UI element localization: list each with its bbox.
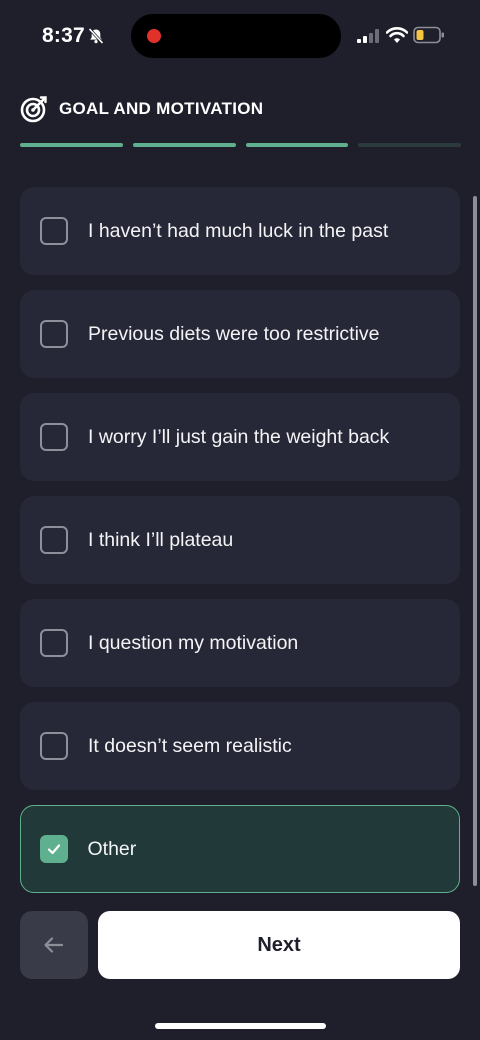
status-time: 8:37 xyxy=(42,24,85,47)
scrollbar[interactable] xyxy=(473,196,477,886)
option-label: I worry I’ll just gain the weight back xyxy=(88,425,390,448)
checkbox[interactable] xyxy=(40,217,68,245)
wifi-icon xyxy=(386,27,408,43)
checkmark-icon xyxy=(47,844,60,855)
option-label: Other xyxy=(87,837,137,860)
battery-icon xyxy=(413,26,444,44)
option-gain-weight-back[interactable]: I worry I’ll just gain the weight back xyxy=(20,393,460,481)
arrow-left-icon xyxy=(44,937,64,953)
back-button[interactable] xyxy=(20,911,88,979)
checkbox[interactable] xyxy=(40,629,68,657)
status-bar: 8:37 xyxy=(0,0,480,72)
checkbox[interactable] xyxy=(40,732,68,760)
dynamic-island xyxy=(131,14,341,58)
checkbox[interactable] xyxy=(40,526,68,554)
progress-segment xyxy=(20,143,123,147)
section-header: GOAL AND MOTIVATION xyxy=(20,94,263,124)
option-too-restrictive[interactable]: Previous diets were too restrictive xyxy=(20,290,460,378)
checkbox[interactable] xyxy=(40,320,68,348)
option-label: I question my motivation xyxy=(88,631,299,654)
progress-bar xyxy=(20,143,461,147)
option-no-luck[interactable]: I haven’t had much luck in the past xyxy=(20,187,460,275)
signal-icon xyxy=(357,29,379,43)
option-motivation[interactable]: I question my motivation xyxy=(20,599,460,687)
option-plateau[interactable]: I think I’ll plateau xyxy=(20,496,460,584)
progress-segment xyxy=(132,143,236,147)
option-not-realistic[interactable]: It doesn’t seem realistic xyxy=(20,702,460,790)
checkbox[interactable] xyxy=(40,423,68,451)
option-label: I think I’ll plateau xyxy=(88,528,234,551)
recording-indicator xyxy=(147,29,161,43)
option-label: It doesn’t seem realistic xyxy=(88,734,292,757)
options-list: I haven’t had much luck in the past Prev… xyxy=(20,187,460,908)
target-icon xyxy=(20,96,47,123)
progress-segment xyxy=(245,143,349,147)
option-other[interactable]: Other xyxy=(20,805,460,893)
next-button[interactable]: Next xyxy=(98,911,460,979)
option-label: I haven’t had much luck in the past xyxy=(88,219,389,242)
bell-slash-icon xyxy=(88,27,104,45)
progress-segment xyxy=(358,143,461,147)
home-indicator[interactable] xyxy=(155,1023,326,1029)
option-label: Previous diets were too restrictive xyxy=(88,322,380,345)
page-title: GOAL AND MOTIVATION xyxy=(59,99,264,118)
checkbox-checked[interactable] xyxy=(39,835,68,863)
